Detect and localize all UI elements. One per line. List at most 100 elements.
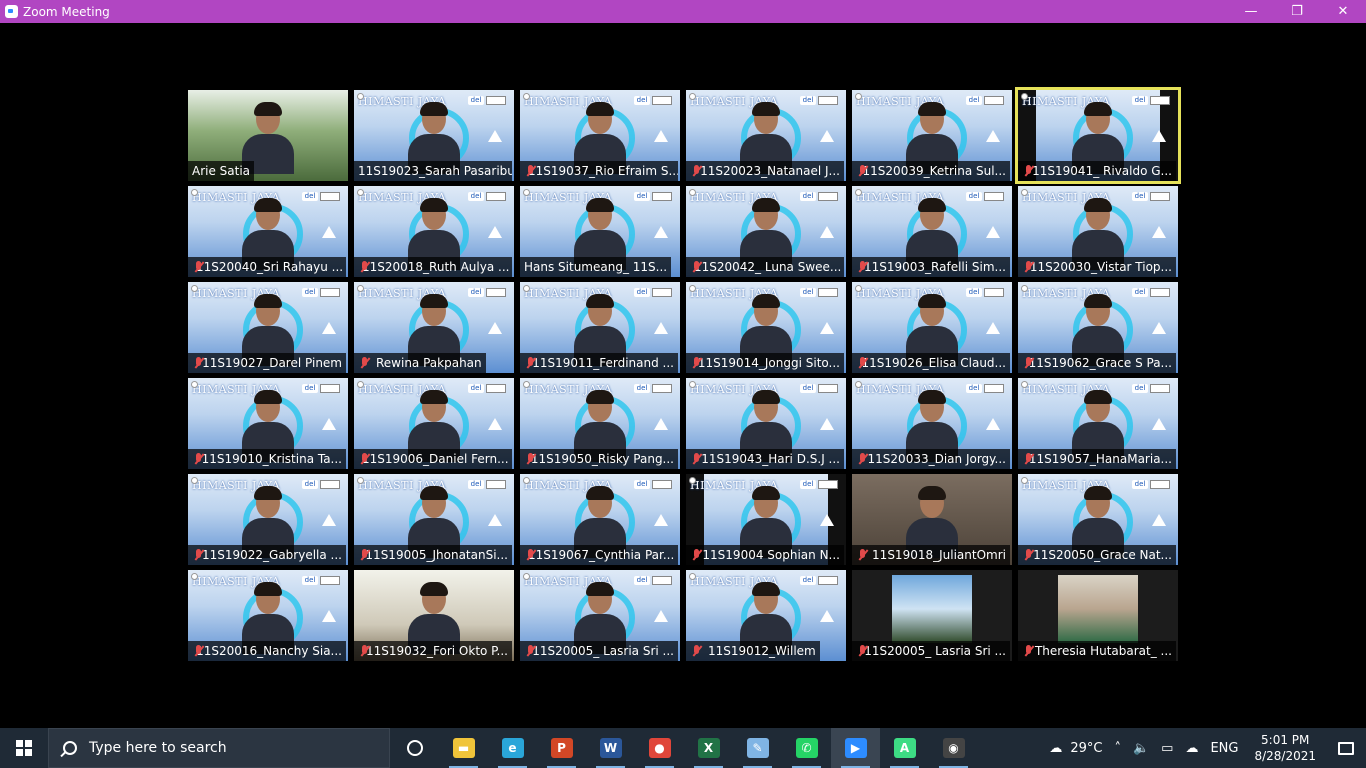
participant-video: [906, 486, 958, 558]
sponsor-logo: [652, 384, 672, 393]
participant-video: [1072, 294, 1124, 366]
taskbar-powerpoint-button[interactable]: P: [537, 728, 586, 768]
participant-tile[interactable]: HIMASTI JAYA del Rewina Pakpahan: [354, 282, 514, 373]
participant-name-label: 11S19022_Gabryella ...: [188, 545, 346, 565]
participant-tile[interactable]: HIMASTI JAYA del 11S19005_JhonatanSi...: [354, 474, 514, 565]
participant-tile[interactable]: HIMASTI JAYA del 11S19004 Sophian N...: [686, 474, 846, 565]
camera-indicator-icon: [357, 477, 364, 484]
del-logo: del: [302, 192, 318, 201]
language-indicator[interactable]: ENG: [1204, 728, 1244, 768]
participant-tile[interactable]: HIMASTI JAYA del 11S19003_Rafelli Sim...: [852, 186, 1012, 277]
participant-video: [408, 294, 460, 366]
mic-muted-icon: [690, 356, 699, 370]
triangle-graphic: [654, 514, 668, 526]
participant-tile[interactable]: HIMASTI JAYA del Hans Situmeang_ 11S...: [520, 186, 680, 277]
taskbar-task-view-button[interactable]: [390, 728, 439, 768]
start-button[interactable]: [0, 728, 48, 768]
taskbar-whatsapp-button[interactable]: ✆: [782, 728, 831, 768]
participant-tile[interactable]: Arie Satia: [188, 90, 348, 181]
close-button[interactable]: ✕: [1320, 0, 1366, 23]
taskbar-file-explorer-button[interactable]: ▬: [439, 728, 488, 768]
participant-tile[interactable]: HIMASTI JAYA del 11S19050_Risky Pang...: [520, 378, 680, 469]
triangle-graphic: [322, 226, 336, 238]
participant-video: [574, 198, 626, 270]
participant-tile[interactable]: HIMASTI JAYA del 11S19011_Ferdinand ...: [520, 282, 680, 373]
taskbar-paint-button[interactable]: ✎: [733, 728, 782, 768]
triangle-graphic: [986, 226, 1000, 238]
obs-icon: ◉: [942, 738, 965, 758]
participant-tile[interactable]: HIMASTI JAYA del 11S20030_Vistar Tiop...: [1018, 186, 1178, 277]
participant-tile[interactable]: HIMASTI JAYA del 11S20042_ Luna Swee...: [686, 186, 846, 277]
maximize-button[interactable]: ❐: [1274, 0, 1320, 23]
volume-icon[interactable]: 🔈: [1127, 728, 1155, 768]
battery-icon[interactable]: ▭: [1155, 728, 1179, 768]
triangle-graphic: [322, 514, 336, 526]
participant-tile[interactable]: HIMASTI JAYA del 11S19067_Cynthia Par...: [520, 474, 680, 565]
participant-tile[interactable]: HIMASTI JAYA del 11S19062_Grace S Pa...: [1018, 282, 1178, 373]
participant-name: 11S20005_ Lasria Sri ...: [864, 644, 1006, 658]
weather-widget[interactable]: ☁ 29°C: [1043, 728, 1108, 768]
participant-name: 11S19014_Jonggi Sito...: [697, 356, 840, 370]
participant-video: [906, 390, 958, 462]
participant-tile[interactable]: HIMASTI JAYA del 11S19027_Darel Pinem: [188, 282, 348, 373]
taskbar-apps: ▬ e P W ● X ✎ ✆ ▶ A ◉: [390, 728, 978, 768]
participant-tile[interactable]: HIMASTI JAYA del 11S20016_Nanchy Sia...: [188, 570, 348, 661]
del-logo: del: [800, 288, 816, 297]
camera-indicator-icon: [357, 189, 364, 196]
participant-name-label: 11S19014_Jonggi Sito...: [686, 353, 844, 373]
mic-muted-icon: [192, 548, 201, 562]
camera-indicator-icon: [689, 381, 696, 388]
participant-name: 11S19022_Gabryella ...: [201, 548, 342, 562]
triangle-graphic: [654, 130, 668, 142]
participant-tile[interactable]: HIMASTI JAYA del 11S19041_ Rivaldo G...: [1015, 87, 1181, 184]
participant-video: [242, 390, 294, 462]
participant-tile[interactable]: HIMASTI JAYA del 11S19057_HanaMaria...: [1018, 378, 1178, 469]
clock[interactable]: 5:01 PM 8/28/2021: [1244, 732, 1326, 764]
mic-muted-icon: [856, 452, 865, 466]
participant-tile[interactable]: HIMASTI JAYA del 11S20005_ Lasria Sri ...: [520, 570, 680, 661]
participant-tile[interactable]: HIMASTI JAYA del 11S20050_Grace Nat...: [1018, 474, 1178, 565]
excel-icon: X: [697, 738, 720, 758]
taskbar-chrome-button[interactable]: ●: [635, 728, 684, 768]
participant-tile[interactable]: HIMASTI JAYA del 11S19014_Jonggi Sito...: [686, 282, 846, 373]
del-logo: del: [634, 192, 650, 201]
participant-tile[interactable]: Theresia Hutabarat_ ...: [1018, 570, 1178, 661]
sponsor-logo: [1150, 288, 1170, 297]
minimize-button[interactable]: —: [1228, 0, 1274, 23]
mic-muted-icon: [856, 164, 864, 178]
participant-tile[interactable]: HIMASTI JAYA del 11S19043_Hari D.S.J ...: [686, 378, 846, 469]
onedrive-icon[interactable]: ☁: [1179, 728, 1204, 768]
taskbar-excel-button[interactable]: X: [684, 728, 733, 768]
sponsor-logo: [984, 96, 1004, 105]
mic-muted-icon: [1022, 644, 1031, 658]
participant-tile[interactable]: HIMASTI JAYA del 11S19022_Gabryella ...: [188, 474, 348, 565]
camera-indicator-icon: [855, 93, 862, 100]
taskbar-edge-button[interactable]: e: [488, 728, 537, 768]
mic-muted-icon: [690, 644, 704, 658]
participant-tile[interactable]: HIMASTI JAYA del 11S19012_Willem: [686, 570, 846, 661]
participant-tile[interactable]: HIMASTI JAYA del 11S20039_Ketrina Sul...: [852, 90, 1012, 181]
participant-name-label: 11S19027_Darel Pinem: [188, 353, 346, 373]
taskbar-obs-button[interactable]: ◉: [929, 728, 978, 768]
participant-tile[interactable]: HIMASTI JAYA del 11S19010_Kristina Ta...: [188, 378, 348, 469]
participant-tile[interactable]: 11S19032_Fori Okto P...: [354, 570, 514, 661]
participant-tile[interactable]: HIMASTI JAYA del 11S20018_Ruth Aulya ...: [354, 186, 514, 277]
participant-tile[interactable]: HIMASTI JAYA del 11S19006_Daniel Fern...: [354, 378, 514, 469]
participant-tile[interactable]: 11S19018_JuliantOmri: [852, 474, 1012, 565]
notification-center-button[interactable]: [1326, 728, 1366, 768]
taskbar-word-button[interactable]: W: [586, 728, 635, 768]
participant-name-label: 11S19006_Daniel Fern...: [354, 449, 512, 469]
participant-tile[interactable]: HIMASTI JAYA del 11S20033_Dian Jorgy...: [852, 378, 1012, 469]
participant-tile[interactable]: HIMASTI JAYA del 11S19023_Sarah Pasaribu: [354, 90, 514, 181]
taskbar-search-box[interactable]: Type here to search: [48, 728, 390, 768]
participant-tile[interactable]: HIMASTI JAYA del 11S20040_Sri Rahayu ...: [188, 186, 348, 277]
participant-tile[interactable]: 11S20005_ Lasria Sri ...: [852, 570, 1012, 661]
taskbar-zoom-button[interactable]: ▶: [831, 728, 880, 768]
show-hidden-icons-button[interactable]: ˄: [1108, 728, 1127, 768]
triangle-graphic: [1152, 418, 1166, 430]
participant-tile[interactable]: HIMASTI JAYA del 11S19026_Elisa Claud...: [852, 282, 1012, 373]
participant-tile[interactable]: HIMASTI JAYA del 11S20023_Natanael J...: [686, 90, 846, 181]
participant-tile[interactable]: HIMASTI JAYA del 11S19037_Rio Efraim S...: [520, 90, 680, 181]
participant-video: [740, 102, 792, 174]
taskbar-android-studio-button[interactable]: A: [880, 728, 929, 768]
